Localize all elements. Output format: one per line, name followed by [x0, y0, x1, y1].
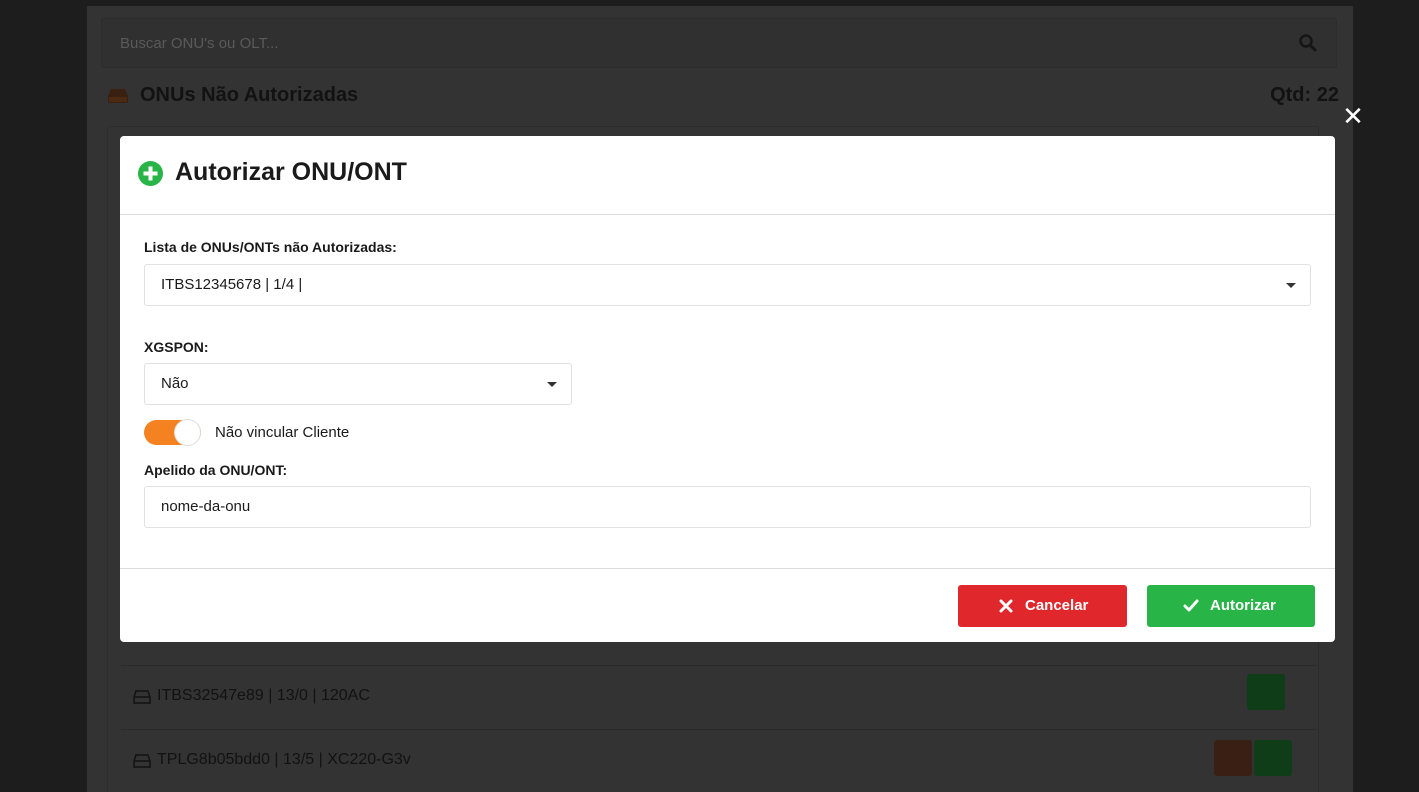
chevron-down-icon: [1286, 283, 1296, 288]
user-button[interactable]: [1214, 740, 1252, 776]
no-client-link-toggle[interactable]: [144, 419, 201, 446]
list-item-text: TPLG8b05bdd0 | 13/5 | XC220-G3v: [157, 751, 411, 768]
hdd-icon: [133, 754, 151, 768]
list-item-text: ITBS32547e89 | 13/0 | 120AC: [157, 687, 370, 704]
close-icon: [999, 599, 1013, 613]
quantity-label: Qtd: 22: [1270, 84, 1339, 106]
nickname-input[interactable]: nome-da-onu: [144, 486, 1311, 528]
modal-footer: Cancelar Autorizar: [120, 568, 1335, 642]
section-title: ONUs Não Autorizadas: [140, 84, 359, 106]
cancel-button[interactable]: Cancelar: [958, 585, 1127, 627]
xgspon-label: XGSPON:: [144, 339, 209, 355]
unlock-button[interactable]: [1254, 740, 1292, 776]
onu-list-value: ITBS12345678 | 1/4 |: [161, 276, 303, 293]
onu-list-label: Lista de ONUs/ONTs não Autorizadas:: [144, 239, 397, 255]
list-item[interactable]: TPLG8b05bdd0 | 13/5 | XC220-G3v: [121, 729, 1317, 792]
authorize-modal: Autorizar ONU/ONT Lista de ONUs/ONTs não…: [120, 136, 1335, 642]
search-bar[interactable]: Buscar ONU's ou OLT...: [101, 18, 1337, 68]
check-icon: [1183, 599, 1199, 612]
modal-title: Autorizar ONU/ONT: [175, 158, 407, 186]
nickname-value: nome-da-onu: [161, 498, 251, 515]
nickname-label: Apelido da ONU/ONT:: [144, 462, 288, 478]
search-icon[interactable]: [1298, 33, 1318, 53]
close-icon[interactable]: ✕: [1342, 103, 1364, 129]
xgspon-value: Não: [161, 375, 189, 392]
authorize-button-label: Autorizar: [1210, 597, 1276, 614]
no-client-link-label: Não vincular Cliente: [215, 424, 350, 441]
cancel-button-label: Cancelar: [1025, 597, 1089, 614]
toggle-knob: [174, 419, 201, 446]
modal-header: Autorizar ONU/ONT: [120, 136, 1335, 215]
authorize-button[interactable]: Autorizar: [1147, 585, 1315, 627]
hdd-icon: [133, 690, 151, 704]
onu-list-select[interactable]: ITBS12345678 | 1/4 |: [144, 264, 1311, 306]
chevron-down-icon: [547, 382, 557, 387]
plus-circle-icon: [138, 161, 163, 186]
hdd-icon: [108, 89, 128, 103]
unlock-button[interactable]: [1247, 674, 1285, 710]
xgspon-select[interactable]: Não: [144, 363, 572, 405]
section-header: ONUs Não Autorizadas Qtd: 22: [107, 84, 1339, 114]
search-placeholder: Buscar ONU's ou OLT...: [120, 35, 279, 52]
list-item[interactable]: ITBS32547e89 | 13/0 | 120AC: [121, 665, 1317, 729]
